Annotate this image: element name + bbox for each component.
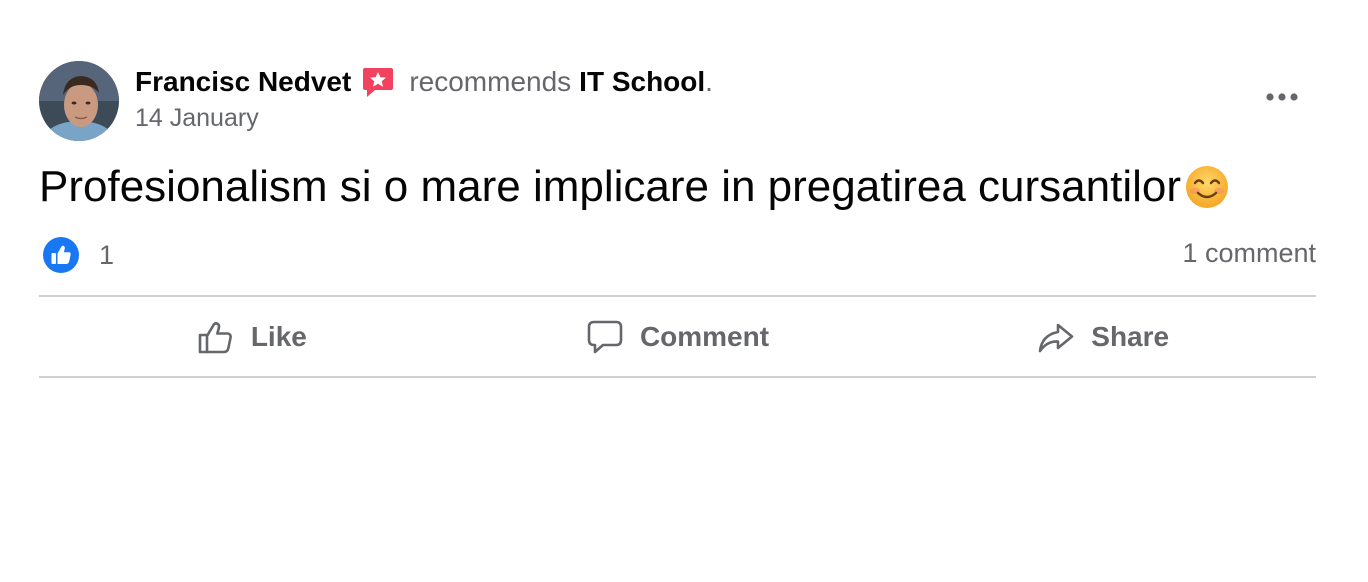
recommends-label: recommends	[409, 66, 572, 97]
recommend-badge-icon	[361, 65, 395, 99]
divider-top	[39, 295, 1316, 297]
divider-bottom	[39, 376, 1316, 378]
reaction-count: 1	[99, 239, 115, 270]
thumbs-up-icon	[198, 322, 232, 354]
more-dots-icon	[1266, 93, 1298, 101]
like-reaction-icon	[43, 237, 79, 273]
share-arrow-icon	[1038, 323, 1074, 353]
comment-label: Comment	[639, 321, 770, 352]
post-date[interactable]: 14 January	[135, 104, 259, 133]
post-body: Profesionalism si o mare implicare in pr…	[39, 160, 1231, 214]
share-label: Share	[1091, 321, 1170, 352]
comment-bubble-icon	[587, 320, 623, 354]
post-text: Profesionalism si o mare implicare in pr…	[39, 162, 1182, 211]
page-name-link[interactable]: IT School	[579, 66, 705, 98]
reactions-summary[interactable]: 1	[43, 237, 114, 273]
header-period: .	[705, 66, 713, 97]
review-post: Francisc Nedvet recommends IT School . 1…	[0, 0, 1368, 582]
comment-button[interactable]: Comment	[465, 298, 891, 376]
comment-count-link[interactable]: 1 comment	[1182, 238, 1316, 269]
smiling-face-emoji-icon	[1183, 163, 1231, 211]
share-button[interactable]: Share	[890, 298, 1316, 376]
author-avatar[interactable]	[39, 61, 119, 141]
post-actions: Like Comment Share	[39, 298, 1316, 376]
post-header: Francisc Nedvet recommends IT School .	[135, 62, 713, 102]
like-button[interactable]: Like	[39, 298, 465, 376]
more-options-button[interactable]	[1260, 82, 1304, 112]
like-label: Like	[250, 321, 307, 352]
author-name[interactable]: Francisc Nedvet	[135, 66, 351, 98]
